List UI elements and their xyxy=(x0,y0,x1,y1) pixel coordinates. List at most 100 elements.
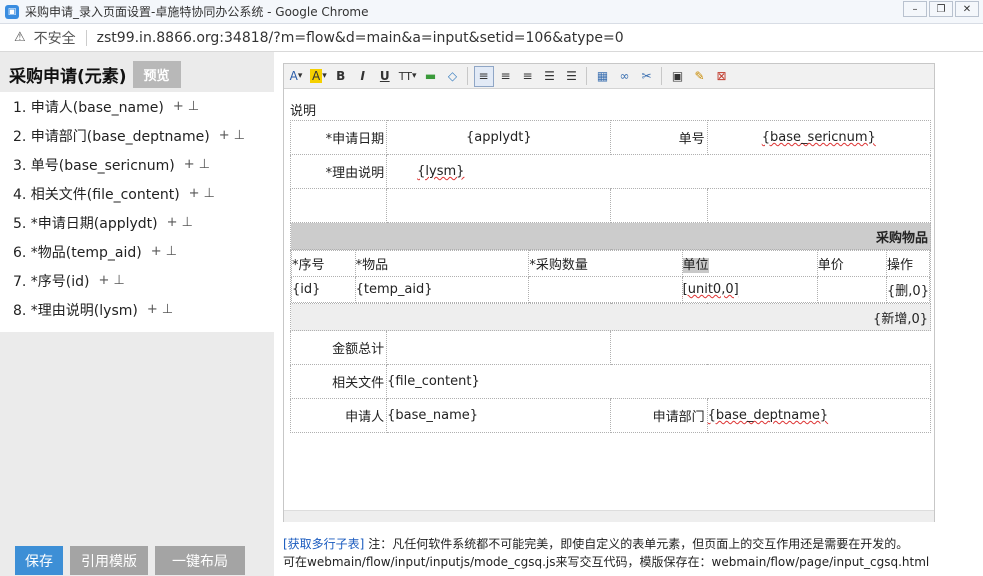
minimize-icon[interactable]: – xyxy=(903,1,927,17)
note-line-1: 注：凡任何软件系统都不可能完美，即使自定义的表单元素，但页面上的交互作用还是需要… xyxy=(368,537,909,551)
field-item[interactable]: 6. *物品(temp_aid) + ⊥ xyxy=(0,237,274,266)
element-panel-header: 采购申请(元素) 预览 xyxy=(0,59,274,89)
field-label[interactable]: 4. 相关文件(file_content) xyxy=(13,184,180,204)
close-icon[interactable]: ✕ xyxy=(955,1,979,17)
table-row: {新增,0} xyxy=(290,303,931,331)
preview-button[interactable]: 预览 xyxy=(132,60,181,88)
applicant-label: 申请人 xyxy=(289,398,388,433)
window-title: 采购申请_录入页面设置-卓施特协同办公系统 - Google Chrome xyxy=(25,5,369,19)
empty-cell xyxy=(706,188,932,223)
sub-header: 操作 xyxy=(886,250,930,277)
horizontal-scrollbar[interactable] xyxy=(284,510,934,522)
field-label[interactable]: 6. *物品(temp_aid) xyxy=(13,242,142,262)
applicant-placeholder: {base_name} xyxy=(386,398,612,433)
field-label[interactable]: 3. 单号(base_sericnum) xyxy=(13,155,175,175)
applydt-label: *申请日期 xyxy=(289,120,388,155)
field-label[interactable]: 1. 申请人(base_name) xyxy=(13,97,164,117)
font-size-icon[interactable]: TT ▾ xyxy=(397,66,419,87)
sub-header: *采购数量 xyxy=(528,250,683,277)
get-multirow-subtable-link[interactable]: [获取多行子表] xyxy=(283,537,364,551)
table-row: 金额总计 xyxy=(289,330,931,365)
sub-header: *序号 xyxy=(291,250,356,277)
lysm-label: *理由说明 xyxy=(289,154,388,189)
field-label[interactable]: 7. *序号(id) xyxy=(13,271,90,291)
total-label: 金额总计 xyxy=(289,330,388,365)
field-item[interactable]: 3. 单号(base_sericnum) + ⊥ xyxy=(0,150,274,179)
url-text[interactable]: zst99.in.8866.org:34818/?m=flow&d=main&a… xyxy=(97,30,624,46)
fullscreen-icon[interactable]: ⊠ xyxy=(712,66,732,87)
bold-icon[interactable]: B xyxy=(331,66,351,87)
field-insert-icons[interactable]: + ⊥ xyxy=(151,244,177,259)
auto-layout-button[interactable]: 一键布局 xyxy=(155,546,245,575)
toolbar-separator xyxy=(660,67,662,85)
lysm-placeholder: {lysm} xyxy=(386,154,931,189)
ordered-list-icon[interactable]: ☰ xyxy=(540,66,560,87)
field-insert-icons[interactable]: + ⊥ xyxy=(189,186,215,201)
save-button[interactable]: 保存 xyxy=(15,546,63,575)
unordered-list-icon[interactable]: ☰ xyxy=(562,66,582,87)
dept-label: 申请部门 xyxy=(610,398,708,433)
table-icon[interactable]: ▦ xyxy=(593,66,613,87)
field-insert-icons[interactable]: + ⊥ xyxy=(147,302,173,317)
toolbar-separator xyxy=(585,67,587,85)
table-row: 相关文件 {file_content} xyxy=(289,364,931,399)
add-row-placeholder: {新增,0} xyxy=(290,303,931,331)
underline-icon[interactable]: U xyxy=(375,66,395,87)
align-center-icon[interactable]: ≡ xyxy=(496,66,516,87)
table-row: *序号 *物品 *采购数量 单位 单价 操作 {id} {temp_aid} [… xyxy=(290,249,931,304)
maximize-icon[interactable]: ❐ xyxy=(929,1,953,17)
applydt-placeholder: {applydt} xyxy=(386,120,612,155)
window-controls: – ❐ ✕ xyxy=(901,1,979,17)
address-bar[interactable]: ⚠ 不安全 zst99.in.8866.org:34818/?m=flow&d=… xyxy=(0,24,983,52)
element-panel: 采购申请(元素) 预览 1. 申请人(base_name) + ⊥ 2. 申请部门… xyxy=(0,52,274,576)
field-label[interactable]: 8. *理由说明(lysm) xyxy=(13,300,138,320)
field-item[interactable]: 8. *理由说明(lysm) + ⊥ xyxy=(0,295,274,324)
file-placeholder: {file_content} xyxy=(386,364,931,399)
empty-cell xyxy=(610,188,708,223)
sub-cell: {删,0} xyxy=(886,276,930,303)
subtable-cell: *序号 *物品 *采购数量 单位 单价 操作 {id} {temp_aid} [… xyxy=(290,249,931,304)
italic-icon[interactable]: I xyxy=(353,66,373,87)
highlight-color-icon[interactable]: A ▾ xyxy=(308,66,329,87)
rich-text-editor[interactable]: A ▾ A ▾ B I U TT ▾ ▬ ◇ ≡ ≡ ≡ ☰ ☰ ▦ ∞ ✂ ▣ ✎ … xyxy=(283,63,935,522)
font-color-icon[interactable]: A ▾ xyxy=(286,66,306,87)
sub-cell: {id} xyxy=(291,276,356,303)
field-item[interactable]: 4. 相关文件(file_content) + ⊥ xyxy=(0,179,274,208)
table-row: *申请日期 {applydt} 单号 {base_sericnum} xyxy=(289,120,932,155)
align-right-icon[interactable]: ≡ xyxy=(518,66,538,87)
field-insert-icons[interactable]: + ⊥ xyxy=(167,215,193,230)
sub-cell: {temp_aid} xyxy=(354,276,530,303)
footer-note: [获取多行子表] 注：凡任何软件系统都不可能完美，即使自定义的表单元素，但页面上… xyxy=(283,535,983,571)
field-item[interactable]: 7. *序号(id) + ⊥ xyxy=(0,266,274,295)
unlink-icon[interactable]: ✂ xyxy=(637,66,657,87)
sericnum-label: 单号 xyxy=(610,120,708,155)
sericnum-placeholder: {base_sericnum} xyxy=(706,120,932,155)
not-secure-label: 不安全 xyxy=(33,30,76,47)
field-item[interactable]: 2. 申请部门(base_deptname) + ⊥ xyxy=(0,121,274,150)
field-insert-icons[interactable]: + ⊥ xyxy=(184,157,210,172)
insert-line-icon[interactable]: ▬ xyxy=(421,66,441,87)
field-item[interactable]: 1. 申请人(base_name) + ⊥ xyxy=(0,92,274,121)
panel-title: 采购申请(元素) xyxy=(9,66,127,87)
link-icon[interactable]: ∞ xyxy=(615,66,635,87)
sub-header: 单价 xyxy=(816,250,888,277)
field-insert-icons[interactable]: + ⊥ xyxy=(173,99,199,114)
use-template-button[interactable]: 引用模版 xyxy=(70,546,148,575)
warning-icon: ⚠ xyxy=(14,30,26,45)
field-label[interactable]: 2. 申请部门(base_deptname) xyxy=(13,126,210,146)
eraser-icon[interactable]: ◇ xyxy=(443,66,463,87)
file-label: 相关文件 xyxy=(289,364,388,399)
empty-cell xyxy=(289,188,388,223)
empty-cell xyxy=(611,331,931,365)
form-template-document[interactable]: 说明 *申请日期 {applydt} 单号 {base_sericnum} *理… xyxy=(289,100,932,433)
align-left-icon[interactable]: ≡ xyxy=(473,65,494,87)
brush-icon[interactable]: ✎ xyxy=(690,66,710,87)
url-separator xyxy=(85,29,87,46)
window-titlebar: ▣ 采购申请_录入页面设置-卓施特协同办公系统 - Google Chrome … xyxy=(0,0,983,24)
dept-placeholder: {base_deptname} xyxy=(706,398,932,433)
field-insert-icons[interactable]: + ⊥ xyxy=(99,273,125,288)
field-insert-icons[interactable]: + ⊥ xyxy=(219,128,245,143)
field-label[interactable]: 5. *申请日期(applydt) xyxy=(13,213,158,233)
field-item[interactable]: 5. *申请日期(applydt) + ⊥ xyxy=(0,208,274,237)
paste-icon[interactable]: ▣ xyxy=(668,66,688,87)
